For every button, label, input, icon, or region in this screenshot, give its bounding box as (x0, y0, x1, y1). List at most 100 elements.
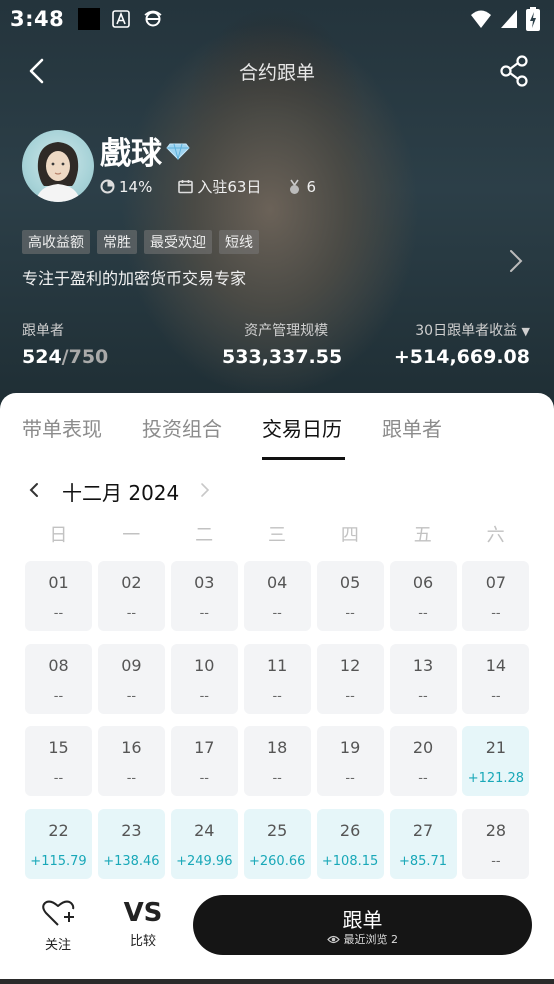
weekday-label: 日 (49, 525, 68, 546)
calendar-day-17[interactable]: 17 -- (170, 726, 238, 797)
calendar-day-26[interactable]: 26 +108.15 (316, 809, 384, 880)
day-pnl: -- (272, 688, 282, 704)
day-pnl: -- (491, 854, 501, 870)
day-pnl: -- (491, 606, 501, 621)
day-number: 03 (194, 573, 215, 592)
calendar-day-27[interactable]: 27 +85.71 (389, 809, 457, 880)
day-pnl: -- (199, 606, 209, 621)
day-number: 08 (48, 655, 69, 675)
weekday-label: 三 (267, 525, 286, 546)
diamond-badge-icon (166, 140, 190, 161)
calendar-day-03[interactable]: 03 -- (170, 561, 238, 631)
signal-icon (501, 10, 517, 28)
trader-tags: 高收益额 常胜 最受欢迎 短线 (22, 230, 259, 254)
calendar-day-11[interactable]: 11 -- (243, 643, 311, 714)
day-number: 09 (121, 655, 142, 675)
day-number: 02 (121, 573, 142, 592)
calendar-day-15[interactable]: 15 -- (25, 726, 92, 797)
calendar-day-01[interactable]: 01 -- (25, 561, 92, 631)
day-number: 07 (485, 573, 507, 592)
calendar-day-28[interactable]: 28 -- (462, 809, 530, 880)
calendar-day-20[interactable]: 20 -- (389, 726, 457, 797)
day-pnl: -- (53, 606, 64, 621)
nav-bar: 合约跟单 (0, 50, 554, 92)
profile-detail-button[interactable] (508, 248, 524, 274)
aum-stat: 资产管理规模 533,337.55 (222, 323, 343, 368)
day-pnl: +85.71 (398, 854, 448, 870)
day-number: 24 (194, 821, 215, 841)
tab-portfolio[interactable]: 投资组合 (142, 413, 222, 442)
avatar[interactable] (22, 130, 94, 202)
heart-plus-icon (42, 900, 75, 926)
calendar-day-13[interactable]: 13 -- (389, 643, 457, 714)
share-button[interactable] (498, 54, 530, 88)
calendar-day-22[interactable]: 22 +115.79 (25, 809, 92, 880)
day-number: 20 (412, 738, 434, 758)
chevron-right-icon (510, 250, 523, 272)
followers-current: 524 (22, 346, 62, 368)
pnl-stat[interactable]: 30日跟单者收益 ▼ +514,669.08 (394, 320, 530, 368)
prev-month-button[interactable] (27, 479, 41, 501)
share-icon (500, 55, 528, 87)
calendar-day-21[interactable]: 21 +121.28 (462, 726, 530, 797)
tag: 常胜 (97, 230, 137, 254)
tab-performance[interactable]: 带单表现 (22, 413, 102, 442)
day-pnl: -- (418, 606, 428, 621)
day-pnl: -- (126, 606, 137, 621)
day-pnl: -- (345, 606, 355, 621)
day-number: 04 (267, 573, 288, 592)
day-number: 01 (48, 573, 69, 592)
day-number: 19 (339, 738, 361, 758)
calendar-day-06[interactable]: 06 -- (389, 561, 457, 631)
day-pnl: +121.28 (467, 771, 525, 787)
status-time: 3:48 (10, 7, 65, 31)
day-pnl: -- (126, 688, 137, 704)
calendar-day-25[interactable]: 25 +260.66 (243, 809, 311, 880)
trader-bio: 专注于盈利的加密货币交易专家 (22, 269, 247, 288)
calendar-day-23[interactable]: 23 +138.46 (97, 809, 165, 880)
day-number: 26 (339, 821, 361, 841)
day-pnl: -- (272, 771, 282, 787)
eye-icon (327, 934, 340, 947)
calendar-day-10[interactable]: 10 -- (170, 643, 238, 714)
day-number: 12 (339, 655, 361, 675)
calendar-icon (178, 180, 194, 194)
calendar-day-05[interactable]: 05 -- (316, 561, 384, 631)
calendar-day-19[interactable]: 19 -- (316, 726, 384, 797)
follow-button[interactable]: 关注 (28, 898, 88, 953)
tag: 最受欢迎 (144, 230, 212, 254)
day-number: 14 (485, 655, 507, 675)
day-pnl: -- (53, 688, 64, 704)
calendar-day-02[interactable]: 02 -- (97, 561, 165, 631)
compare-button[interactable]: VS 比较 (113, 898, 173, 949)
tab-followers[interactable]: 跟单者 (382, 413, 442, 442)
weekday-label: 二 (195, 525, 214, 546)
day-number: 10 (194, 655, 215, 675)
day-pnl: -- (53, 771, 64, 787)
day-pnl: +138.46 (103, 854, 160, 870)
calendar-day-16[interactable]: 16 -- (97, 726, 165, 797)
day-number: 23 (121, 821, 142, 841)
next-month-button[interactable] (198, 479, 212, 501)
calendar-day-12[interactable]: 12 -- (316, 643, 384, 714)
calendar-day-09[interactable]: 09 -- (97, 643, 165, 714)
month-label: 十二月 2024 (62, 481, 180, 505)
calendar-day-24[interactable]: 24 +249.96 (170, 809, 238, 880)
weekday-label: 五 (413, 525, 432, 546)
day-pnl: +260.66 (248, 854, 306, 870)
calendar-day-18[interactable]: 18 -- (243, 726, 311, 797)
tab-trade-calendar[interactable]: 交易日历 (262, 413, 342, 442)
days-joined: 入驻63日 (178, 176, 261, 197)
day-pnl: -- (491, 688, 501, 704)
day-number: 28 (485, 821, 507, 841)
medal-icon (290, 179, 300, 194)
calendar-day-04[interactable]: 04 -- (243, 561, 311, 631)
day-number: 05 (339, 573, 361, 592)
month-selector: 十二月 2024 (0, 475, 554, 505)
trader-meta: 14% 入驻63日 6 (100, 176, 342, 197)
copy-trade-button[interactable]: 跟单 最近浏览 2 (193, 895, 532, 955)
calendar-day-08[interactable]: 08 -- (25, 643, 92, 714)
active-tab-indicator (262, 457, 345, 460)
calendar-day-07[interactable]: 07 -- (462, 561, 530, 631)
calendar-day-14[interactable]: 14 -- (462, 643, 530, 714)
